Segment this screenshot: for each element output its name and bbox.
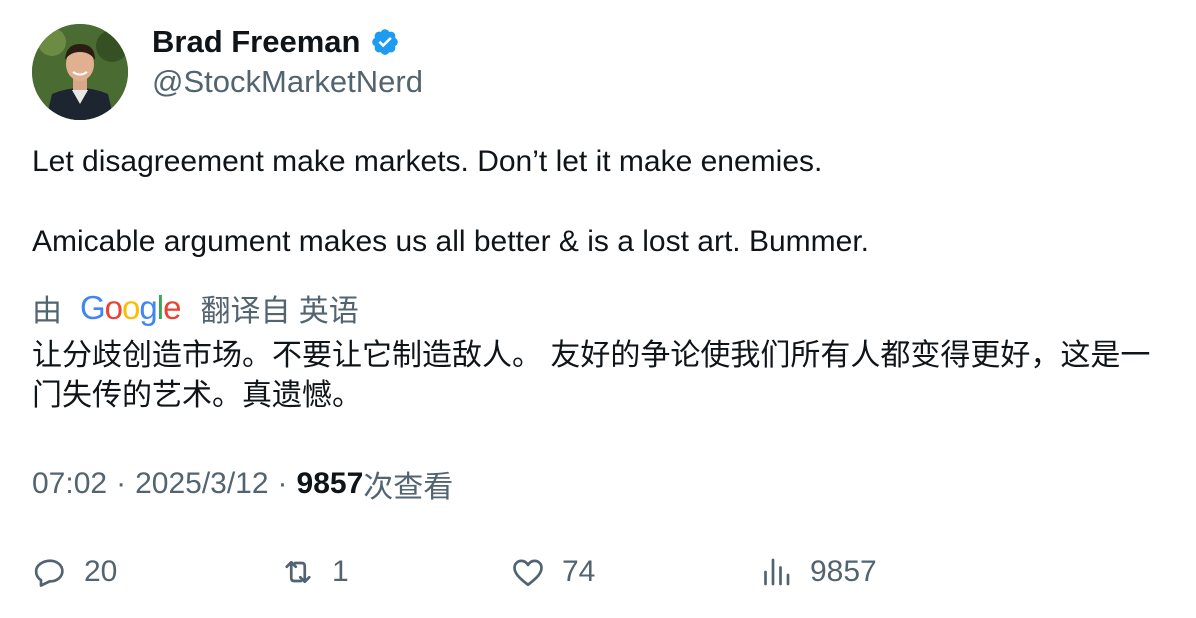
reply-icon bbox=[34, 559, 64, 587]
tweet-text: Let disagreement make markets. Don’t let… bbox=[32, 142, 1162, 262]
heart-icon bbox=[513, 559, 543, 587]
views-bar-chart-icon bbox=[764, 558, 790, 586]
tweet-time[interactable]: 07:02 bbox=[32, 467, 107, 501]
translated-text: 让分歧创造市场。不要让它制造敌人。 友好的争论使我们所有人都变得更好，这是一门失… bbox=[32, 339, 1151, 412]
tweet-paragraph: Amicable argument makes us all better & … bbox=[32, 225, 869, 258]
like-button[interactable]: 74 bbox=[510, 552, 595, 592]
views-label: 次查看 bbox=[363, 471, 454, 504]
tweet-date[interactable]: 2025/3/12 bbox=[135, 467, 268, 501]
reply-button[interactable]: 20 bbox=[32, 552, 117, 592]
translation-attribution: 由 Google 翻译自 英语 bbox=[32, 288, 359, 328]
reply-count: 20 bbox=[84, 555, 118, 588]
avatar-image bbox=[32, 24, 128, 120]
views-button[interactable]: 9857 bbox=[758, 552, 877, 592]
retweet-button[interactable]: 1 bbox=[280, 552, 349, 592]
views-count: 9857 bbox=[296, 467, 364, 500]
author-name[interactable]: Brad Freeman bbox=[152, 24, 360, 60]
meta-separator: · bbox=[116, 467, 127, 500]
author-avatar[interactable] bbox=[32, 24, 128, 120]
verified-badge-icon[interactable] bbox=[370, 27, 400, 57]
author-header: Brad Freeman @StockMarketNerd bbox=[152, 22, 423, 100]
author-handle[interactable]: @StockMarketNerd bbox=[152, 64, 423, 100]
views-total: 9857 bbox=[810, 555, 877, 588]
tweet-meta: 07:02 · 2025/3/12 · 9857 次查看 bbox=[32, 464, 453, 504]
retweet-count: 1 bbox=[332, 555, 349, 588]
translated-from-link[interactable]: 翻译自 英语 bbox=[200, 286, 358, 330]
action-bar: 20 1 74 9857 bbox=[0, 552, 1196, 592]
translated-by-label: 由 bbox=[32, 295, 62, 328]
like-count: 74 bbox=[562, 555, 596, 588]
google-logo: Google bbox=[80, 289, 181, 326]
tweet-paragraph: Let disagreement make markets. Don’t let… bbox=[32, 145, 823, 178]
meta-separator: · bbox=[277, 467, 288, 500]
retweet-icon bbox=[285, 560, 311, 584]
